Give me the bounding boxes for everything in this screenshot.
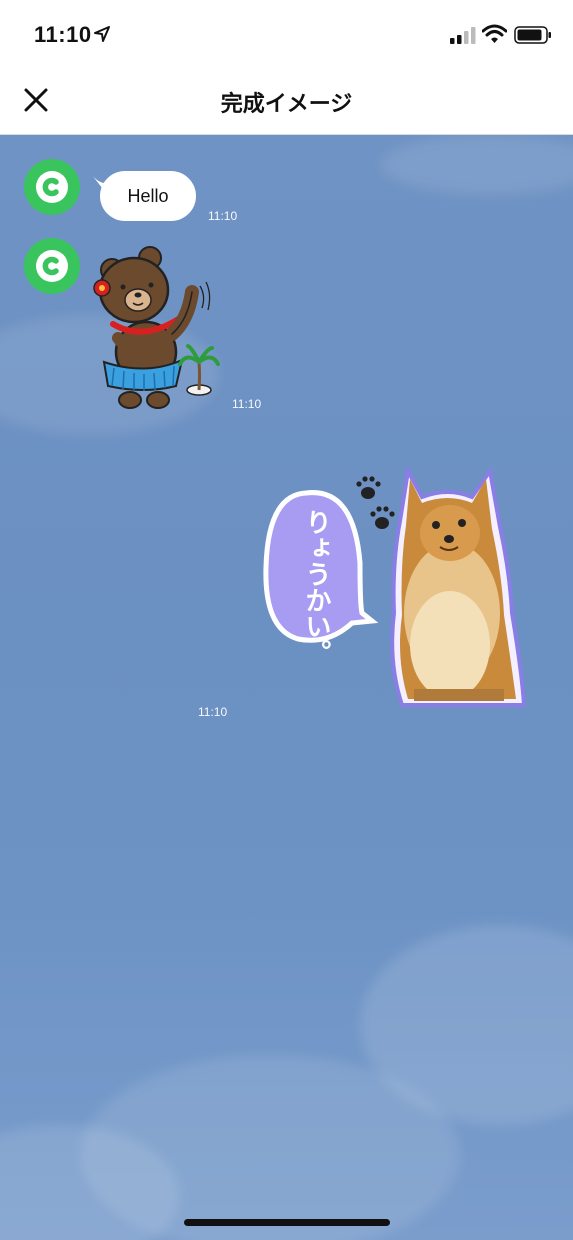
avatar[interactable]	[24, 159, 80, 215]
page-title: 完成イメージ	[220, 91, 353, 116]
cloud-decoration	[380, 135, 573, 195]
wifi-icon	[482, 24, 507, 43]
avatar[interactable]	[24, 238, 80, 294]
bear-hula-sticker[interactable]	[88, 240, 228, 412]
message-timestamp: 11:10	[232, 397, 262, 411]
message-bubble[interactable]: Hello	[100, 171, 196, 221]
line-c-logo-icon	[36, 250, 68, 282]
location-arrow-icon	[94, 26, 110, 42]
message-timestamp: 11:10	[208, 209, 238, 223]
sticker-caption: りょうかい。	[301, 509, 331, 665]
message-text: Hello	[127, 186, 169, 206]
battery-icon	[514, 26, 551, 44]
message-timestamp: 11:10	[198, 705, 228, 719]
cellular-signal-icon	[450, 27, 476, 44]
status-bar: 11:10	[0, 0, 573, 70]
pomeranian-ryoukai-sticker[interactable]: りょうかい。	[260, 463, 530, 708]
header-bar: 完成イメージ	[0, 70, 573, 135]
line-c-logo-icon	[36, 171, 68, 203]
paw-print-icon	[356, 476, 395, 529]
status-time: 11:10	[34, 22, 92, 47]
chat-preview-area[interactable]: Hello 11:10 11:10 りょうかい。 11:10	[0, 135, 573, 1240]
home-indicator[interactable]	[184, 1219, 390, 1226]
